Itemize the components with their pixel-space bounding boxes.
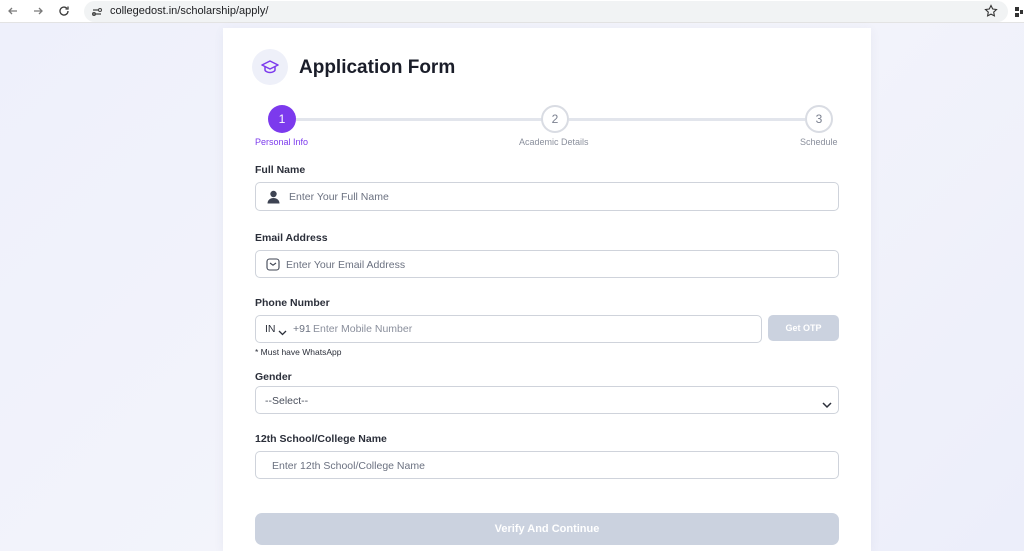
gender-select[interactable]: --Select-- xyxy=(255,386,839,414)
get-otp-button[interactable]: Get OTP xyxy=(768,315,839,341)
step-3-label: Schedule xyxy=(800,137,838,147)
step-2-circle[interactable]: 2 xyxy=(541,105,569,133)
school-placeholder: Enter 12th School/College Name xyxy=(272,460,425,472)
reload-icon[interactable] xyxy=(57,4,71,18)
chevron-down-icon[interactable] xyxy=(278,324,287,342)
forward-icon[interactable] xyxy=(31,4,45,18)
whatsapp-hint: * Must have WhatsApp xyxy=(255,347,342,357)
country-select[interactable]: IN xyxy=(265,323,276,335)
graduation-cap-icon xyxy=(252,49,288,85)
verify-and-continue-button[interactable]: Verify And Continue xyxy=(255,513,839,545)
address-bar[interactable]: collegedost.in/scholarship/apply/ xyxy=(84,1,1008,22)
phone-input-group: IN +91 Enter Mobile Number xyxy=(255,315,762,343)
step-1-label: Personal Info xyxy=(255,137,309,147)
email-input[interactable]: Enter Your Email Address xyxy=(255,250,839,278)
step-2-label: Academic Details xyxy=(519,137,589,147)
full-name-input[interactable]: Enter Your Full Name xyxy=(255,182,839,211)
email-placeholder: Enter Your Email Address xyxy=(286,259,406,271)
site-settings-icon[interactable] xyxy=(91,5,103,23)
country-code: +91 xyxy=(293,323,311,335)
application-form-card: Application Form 1 2 3 Personal Info Aca… xyxy=(223,28,871,551)
extensions-icon[interactable] xyxy=(1014,5,1024,23)
stepper-connector xyxy=(296,118,542,121)
user-icon xyxy=(267,190,280,209)
back-icon[interactable] xyxy=(6,4,20,18)
school-input[interactable]: Enter 12th School/College Name xyxy=(255,451,839,479)
step-3-circle[interactable]: 3 xyxy=(805,105,833,133)
school-label: 12th School/College Name xyxy=(255,433,387,445)
phone-number-input[interactable]: Enter Mobile Number xyxy=(313,323,412,335)
url-text: collegedost.in/scholarship/apply/ xyxy=(110,5,269,17)
mail-icon xyxy=(266,258,280,276)
chevron-down-icon xyxy=(822,396,832,414)
full-name-label: Full Name xyxy=(255,164,306,176)
bookmark-star-icon[interactable] xyxy=(984,4,998,23)
gender-label: Gender xyxy=(255,371,292,383)
email-label: Email Address xyxy=(255,232,328,244)
page-title: Application Form xyxy=(299,57,456,78)
browser-toolbar: collegedost.in/scholarship/apply/ xyxy=(0,0,1024,23)
full-name-placeholder: Enter Your Full Name xyxy=(289,191,389,203)
stepper-connector xyxy=(569,118,805,121)
step-1-circle[interactable]: 1 xyxy=(268,105,296,133)
gender-selected-value: --Select-- xyxy=(265,395,309,407)
phone-label: Phone Number xyxy=(255,297,330,309)
